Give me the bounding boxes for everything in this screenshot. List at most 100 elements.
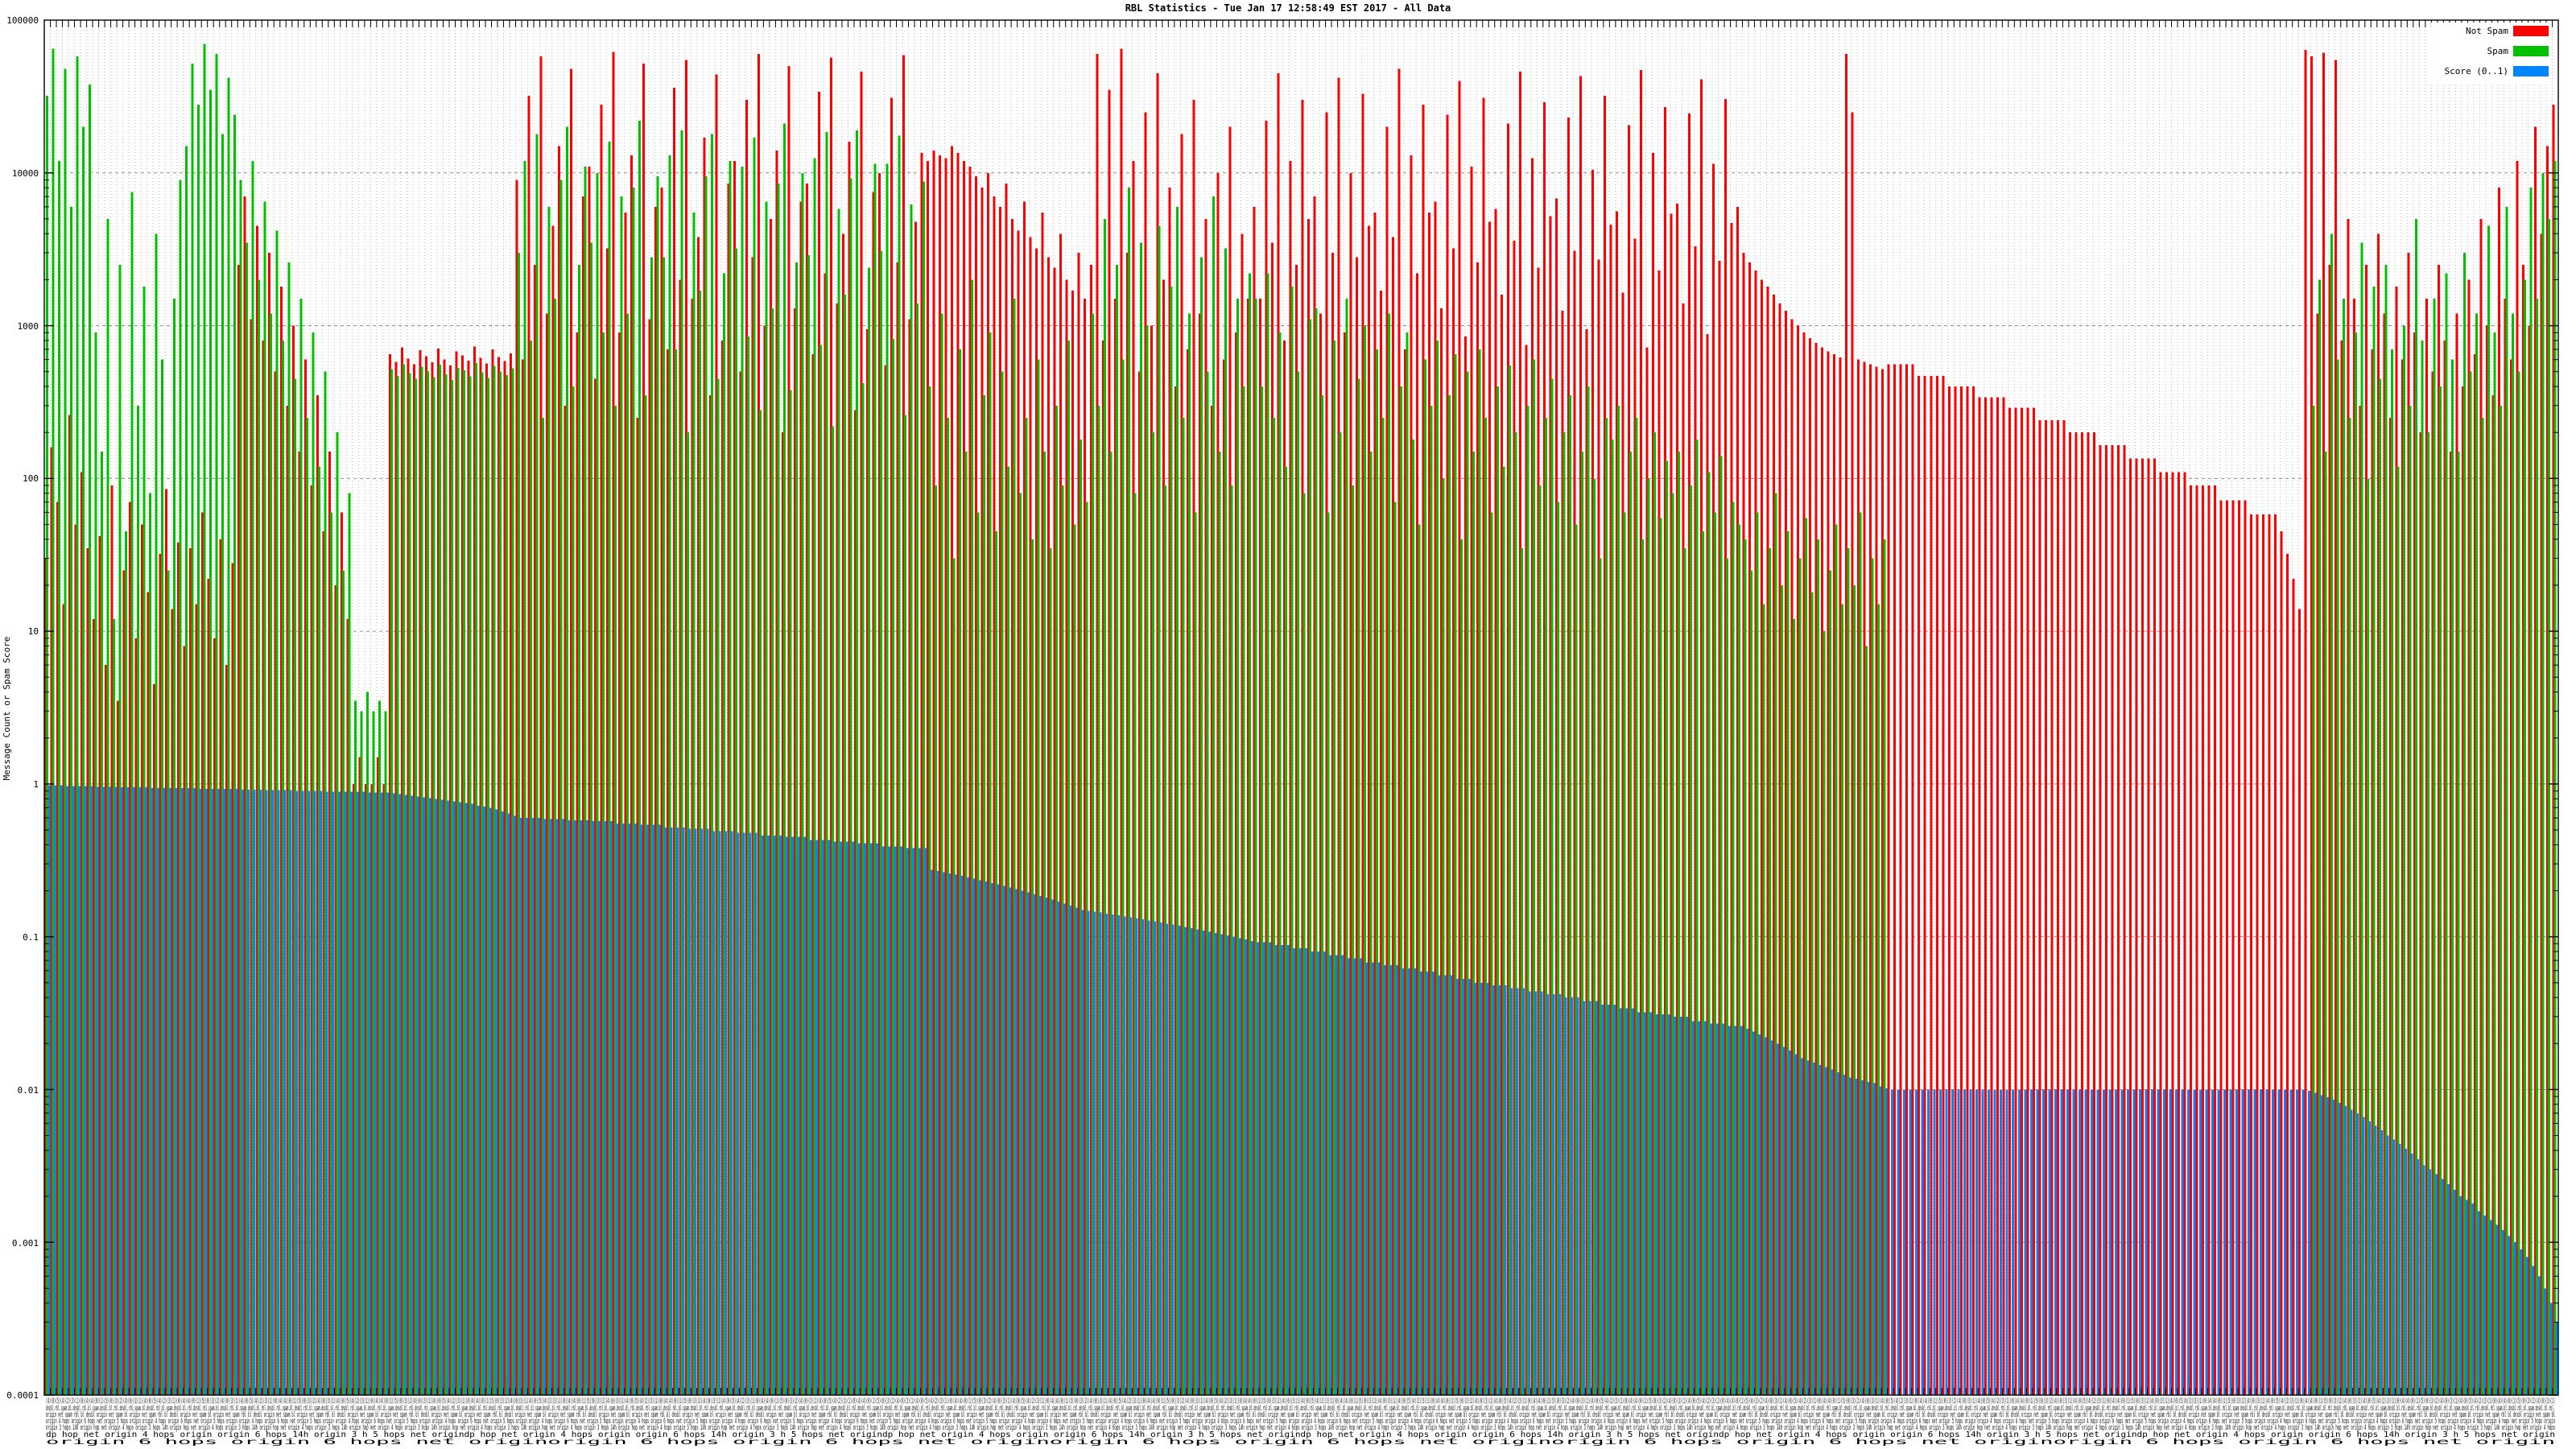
bar-score: [1402, 968, 1405, 1395]
bar-score: [742, 832, 745, 1395]
bar-score: [1812, 1063, 1815, 1395]
bar-score: [120, 787, 123, 1395]
bar-score: [211, 788, 214, 1395]
bar-score: [2422, 1165, 2425, 1395]
bar-spam: [2505, 206, 2508, 1395]
bar-score: [2272, 1089, 2275, 1395]
bar-score: [2102, 1089, 2105, 1395]
bar-score: [1993, 1089, 1996, 1395]
bar-score: [869, 843, 873, 1395]
bar-score: [887, 846, 890, 1395]
bar-not-spam: [2111, 445, 2114, 1395]
bar-score: [863, 843, 866, 1395]
bar-score: [2078, 1089, 2081, 1395]
bar-score: [2241, 1089, 2244, 1395]
bar-score: [930, 869, 933, 1395]
bar-score: [712, 831, 716, 1395]
bar-not-spam: [2231, 500, 2235, 1396]
bar-score: [773, 835, 776, 1395]
bar-score: [1443, 975, 1447, 1395]
bar-score: [1843, 1075, 1846, 1395]
bar-score: [1891, 1089, 1894, 1395]
bar-score: [271, 790, 275, 1395]
bar-score: [2458, 1196, 2462, 1395]
bar-score: [1885, 1088, 1888, 1395]
y-tick-label: 10000: [12, 168, 39, 179]
bar-score: [1969, 1089, 1972, 1395]
bar-score: [1262, 942, 1265, 1395]
bar-score: [809, 840, 812, 1395]
bar-score: [446, 800, 449, 1395]
bar-not-spam: [2195, 485, 2198, 1395]
bar-score: [2138, 1089, 2141, 1395]
bar-score: [664, 827, 667, 1395]
bar-not-spam: [1930, 375, 1933, 1395]
bar-score: [737, 832, 740, 1395]
bar-not-spam: [2050, 420, 2054, 1396]
bar-not-spam: [2159, 472, 2162, 1395]
bar-score: [217, 788, 220, 1395]
y-tick-label: 100: [23, 473, 39, 484]
bar-score: [1740, 1026, 1743, 1395]
bar-score: [1552, 994, 1555, 1395]
bar-score: [2477, 1211, 2480, 1395]
bar-score: [2301, 1089, 2305, 1395]
bar-score: [906, 848, 909, 1395]
bar-score: [1280, 945, 1283, 1395]
bar-score: [1576, 997, 1579, 1395]
bar-score: [1655, 1014, 1658, 1395]
bar-score: [1323, 952, 1326, 1395]
bar-not-spam: [2183, 472, 2186, 1395]
bar-score: [1788, 1051, 1791, 1395]
bar-score: [163, 787, 166, 1395]
bar-score: [404, 795, 407, 1395]
bar-score: [2096, 1089, 2099, 1395]
bar-score: [942, 872, 945, 1395]
bar-score: [1304, 948, 1307, 1395]
bar-score: [295, 791, 299, 1395]
bar-score: [72, 786, 75, 1395]
bar-score: [2277, 1089, 2281, 1395]
bar-score: [1347, 958, 1350, 1395]
bar-score: [1776, 1043, 1779, 1395]
bar-not-spam: [2178, 472, 2181, 1395]
bar-score: [1311, 952, 1314, 1395]
bar-score: [1897, 1089, 1900, 1395]
bar-score: [77, 786, 80, 1395]
bar-score: [766, 835, 770, 1395]
bar-score: [374, 792, 377, 1395]
y-tick-label: 100000: [6, 15, 39, 26]
bar-score: [785, 836, 788, 1395]
bar-score: [1105, 913, 1108, 1395]
bar-score: [676, 827, 679, 1395]
bar-not-spam: [1966, 386, 1969, 1396]
bar-not-spam: [2062, 420, 2066, 1396]
bar-score: [1733, 1026, 1736, 1395]
bar-score: [2471, 1203, 2474, 1395]
bar-score: [646, 824, 649, 1395]
bar-score: [2150, 1089, 2153, 1395]
bar-score: [1831, 1069, 1834, 1395]
bar-not-spam: [1959, 386, 1963, 1396]
bar-not-spam: [2219, 500, 2223, 1396]
bar-score: [501, 811, 504, 1395]
bar-score: [549, 819, 552, 1395]
bar-score: [911, 848, 914, 1395]
bar-not-spam: [2292, 579, 2295, 1395]
bar-score: [568, 819, 571, 1395]
bar-score: [555, 819, 559, 1395]
bar-score: [1595, 1001, 1598, 1395]
bar-score: [2066, 1089, 2069, 1395]
bar-score: [513, 815, 516, 1395]
bar-not-spam: [2256, 514, 2259, 1395]
bar-not-spam: [2244, 500, 2247, 1396]
bar-score: [2314, 1092, 2317, 1395]
legend: Not Spam Spam Score (0..1): [2431, 23, 2552, 84]
bar-score: [2410, 1154, 2413, 1395]
bar-score: [1178, 926, 1181, 1395]
bar-score: [2229, 1089, 2232, 1395]
bar-score: [1963, 1089, 1967, 1395]
bar-not-spam: [1893, 364, 1897, 1396]
bar-score: [1516, 988, 1519, 1395]
bar-score: [2024, 1089, 2027, 1395]
